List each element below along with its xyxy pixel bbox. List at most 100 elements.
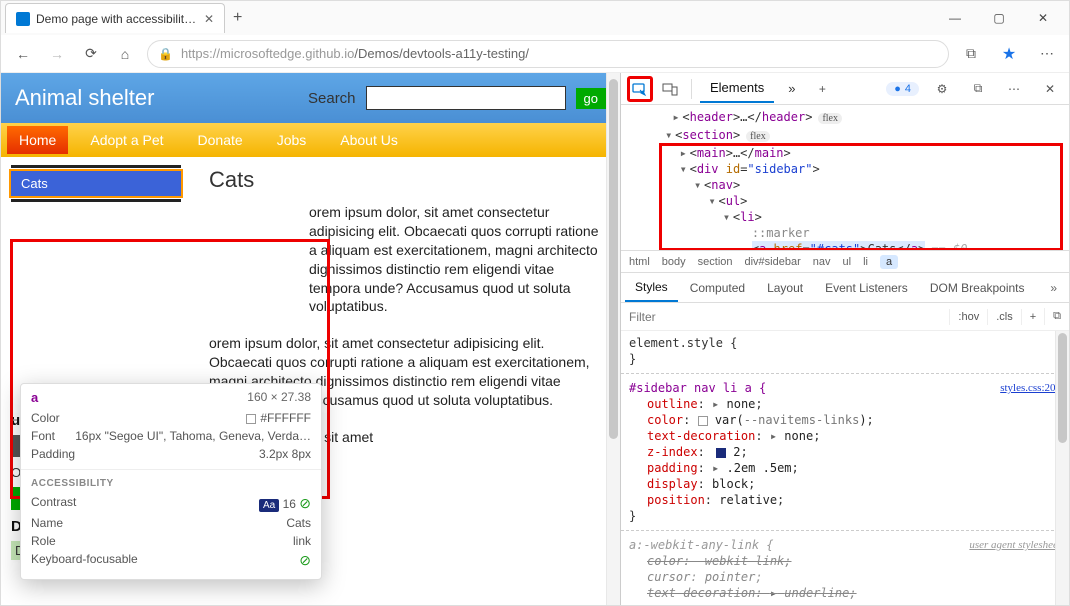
favorite-star-icon[interactable]: ★ xyxy=(997,42,1021,66)
page-scrollbar[interactable] xyxy=(606,73,620,605)
page-content: Animal shelter Search go Home Adopt a Pe… xyxy=(1,73,621,605)
site-title: Animal shelter xyxy=(15,85,154,111)
subtab-styles[interactable]: Styles xyxy=(625,274,678,302)
nav-home-button[interactable]: ⌂ xyxy=(113,42,137,66)
crumb-body[interactable]: body xyxy=(662,256,686,268)
subtab-computed[interactable]: Computed xyxy=(680,275,755,301)
styles-dock-icon[interactable]: ⧉ xyxy=(1044,308,1069,325)
hover-color-value: #FFFFFF xyxy=(260,411,311,425)
devtools-toolbar: Elements » + ●4 ⚙ ⧉ ⋯ ✕ xyxy=(621,73,1069,105)
nav-about[interactable]: About Us xyxy=(328,126,410,154)
content-heading: Cats xyxy=(209,167,602,193)
settings-gear-icon[interactable]: ⚙ xyxy=(929,76,955,102)
search-input[interactable] xyxy=(366,86,566,110)
styles-pane[interactable]: element.style { } styles.css:200 #sideba… xyxy=(621,331,1069,605)
element-style-selector: element.style { xyxy=(629,336,737,350)
window-minimize-button[interactable]: — xyxy=(945,8,965,28)
rule1-selector: #sidebar nav li a { xyxy=(629,381,766,395)
styles-filter-row: :hov .cls + ⧉ xyxy=(621,303,1069,331)
crumb-nav[interactable]: nav xyxy=(813,256,831,268)
hover-font-label: Font xyxy=(31,429,55,443)
dock-side-icon[interactable]: ⧉ xyxy=(965,76,991,102)
translate-icon[interactable]: ⧉ xyxy=(959,42,983,66)
subtab-dom-breakpoints[interactable]: DOM Breakpoints xyxy=(920,275,1035,301)
tab-close-icon[interactable]: ✕ xyxy=(204,12,214,26)
page-header: Animal shelter Search go xyxy=(1,73,620,123)
hover-color-label: Color xyxy=(31,411,60,425)
a11y-contrast-label: Contrast xyxy=(31,495,76,512)
hover-element-dimensions: 160 × 27.38 xyxy=(247,390,311,404)
devtools-close-button[interactable]: ✕ xyxy=(1037,76,1063,102)
lock-icon: 🔒 xyxy=(158,47,173,61)
crumb-a[interactable]: a xyxy=(880,255,898,269)
styles-filter-input[interactable] xyxy=(621,306,949,328)
window-close-button[interactable]: ✕ xyxy=(1033,8,1053,28)
subtabs-overflow[interactable]: » xyxy=(1042,281,1065,295)
a11y-section-heading: ACCESSIBILITY xyxy=(31,478,311,489)
a11y-role-label: Role xyxy=(31,534,56,548)
hover-padding-label: Padding xyxy=(31,447,75,461)
hover-element-tag: a xyxy=(31,390,38,405)
styles-subtabs: Styles Computed Layout Event Listeners D… xyxy=(621,273,1069,303)
nav-back-button[interactable]: ← xyxy=(11,42,35,66)
check-icon: ⊘ xyxy=(299,552,311,569)
tab-title: Demo page with accessibility iss xyxy=(36,12,198,26)
devtools-tabs-overflow[interactable]: » xyxy=(778,75,805,102)
a11y-role-value: link xyxy=(293,534,311,548)
devtools-tab-elements[interactable]: Elements xyxy=(700,74,774,103)
crumb-html[interactable]: html xyxy=(629,256,650,268)
ua-stylesheet-label: user agent stylesheet xyxy=(969,537,1061,553)
device-emulation-button[interactable] xyxy=(657,76,683,102)
search-label: Search xyxy=(308,90,356,107)
new-tab-button[interactable]: + xyxy=(233,9,242,27)
window-maximize-button[interactable]: ▢ xyxy=(989,8,1009,28)
nav-donate[interactable]: Donate xyxy=(186,126,255,154)
a11y-keyboard-label: Keyboard-focusable xyxy=(31,552,138,569)
crumb-ul[interactable]: ul xyxy=(843,256,852,268)
issues-badge[interactable]: ●4 xyxy=(886,82,919,96)
url-text: https://microsoftedge.github.io/Demos/de… xyxy=(181,46,529,61)
inspect-element-button[interactable] xyxy=(627,76,653,102)
dom-breadcrumbs[interactable]: html body section div#sidebar nav ul li … xyxy=(621,251,1069,273)
dom-tree[interactable]: ▸<header>…</header>flex ▾<section>flex ▸… xyxy=(621,105,1069,251)
crumb-li[interactable]: li xyxy=(863,256,868,268)
nav-refresh-button[interactable]: ⟳ xyxy=(79,42,103,66)
devtools-panel: Elements » + ●4 ⚙ ⧉ ⋯ ✕ ▸<header>…</head… xyxy=(621,73,1069,605)
search-go-button[interactable]: go xyxy=(576,88,606,109)
site-nav: Home Adopt a Pet Donate Jobs About Us xyxy=(1,123,620,157)
cls-toggle[interactable]: .cls xyxy=(987,309,1021,325)
a11y-contrast-value: 16 xyxy=(283,497,296,511)
subtab-event-listeners[interactable]: Event Listeners xyxy=(815,275,918,301)
subtab-layout[interactable]: Layout xyxy=(757,275,813,301)
a11y-name-value: Cats xyxy=(286,516,311,530)
url-input[interactable]: 🔒 https://microsoftedge.github.io/Demos/… xyxy=(147,40,949,68)
more-menu-button[interactable]: ⋯ xyxy=(1035,42,1059,66)
nav-jobs[interactable]: Jobs xyxy=(265,126,319,154)
color-swatch-icon xyxy=(246,414,256,424)
tab-favicon xyxy=(16,12,30,26)
a11y-name-label: Name xyxy=(31,516,63,530)
nav-home[interactable]: Home xyxy=(7,126,68,154)
zindex-swatch xyxy=(716,448,726,458)
a11y-aa-badge: Aa xyxy=(259,499,279,512)
hover-padding-value: 3.2px 8px xyxy=(259,447,311,461)
rule-source-link[interactable]: styles.css:200 xyxy=(1000,380,1061,396)
hov-toggle[interactable]: :hov xyxy=(949,309,987,325)
devtools-more-menu[interactable]: ⋯ xyxy=(1001,76,1027,102)
nav-forward-button[interactable]: → xyxy=(45,42,69,66)
nav-adopt[interactable]: Adopt a Pet xyxy=(78,126,175,154)
browser-tab[interactable]: Demo page with accessibility iss ✕ xyxy=(5,3,225,33)
devtools-add-tab[interactable]: + xyxy=(809,76,835,102)
hover-font-value: 16px "Segoe UI", Tahoma, Geneva, Verda… xyxy=(75,429,311,443)
sidebar-item-cats[interactable]: Cats xyxy=(11,171,181,196)
address-bar: ← → ⟳ ⌂ 🔒 https://microsoftedge.github.i… xyxy=(1,35,1069,73)
content-paragraph-1: orem ipsum dolor, sit amet consectetur a… xyxy=(309,203,602,316)
check-icon: ⊘ xyxy=(299,495,311,511)
crumb-section[interactable]: section xyxy=(698,256,733,268)
new-style-rule-button[interactable]: + xyxy=(1021,309,1044,325)
rule2-selector: a:-webkit-any-link { xyxy=(629,538,774,552)
styles-scrollbar[interactable] xyxy=(1055,331,1069,605)
titlebar: Demo page with accessibility iss ✕ + — ▢… xyxy=(1,1,1069,35)
crumb-sidebar[interactable]: div#sidebar xyxy=(745,256,801,268)
element-hover-tooltip: a 160 × 27.38 Color #FFFFFF Font 16px "Seg… xyxy=(20,383,322,580)
